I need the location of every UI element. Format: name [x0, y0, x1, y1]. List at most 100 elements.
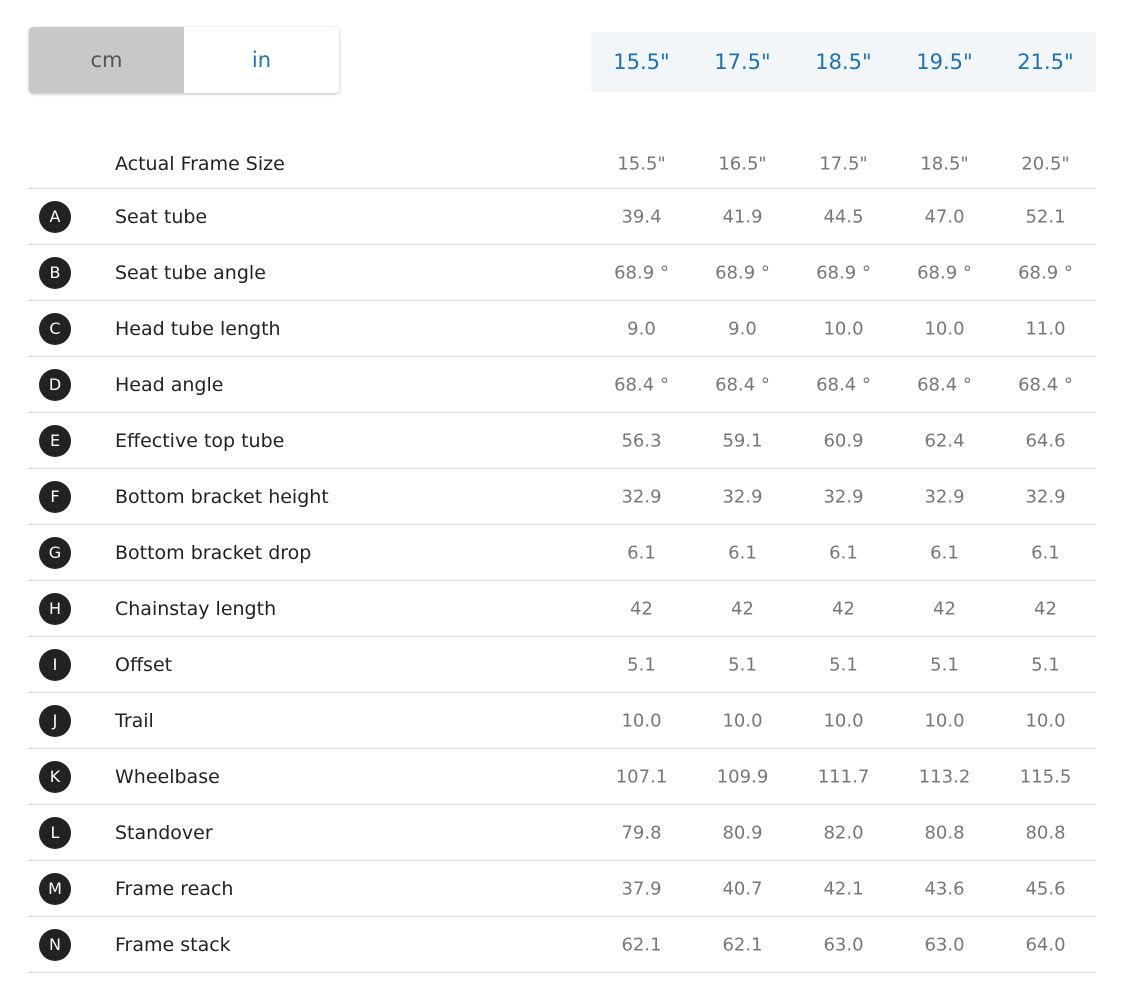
table-row: C Head tube length 9.0 9.0 10.0 10.0 11.0 [29, 301, 1096, 357]
geometry-table: Actual Frame Size 15.5" 16.5" 17.5" 18.5… [29, 140, 1096, 973]
value-cell: 10.0 [924, 710, 965, 731]
row-label: Effective top tube [115, 429, 285, 452]
table-row: L Standover 79.8 80.9 82.0 80.8 80.8 [29, 805, 1096, 861]
unit-in-button[interactable]: in [184, 27, 339, 93]
value-cell: 42 [933, 598, 956, 619]
table-row: M Frame reach 37.9 40.7 42.1 43.6 45.6 [29, 861, 1096, 917]
value-cell: 32.9 [1025, 486, 1066, 507]
value-cell: 10.0 [722, 710, 763, 731]
table-row: J Trail 10.0 10.0 10.0 10.0 10.0 [29, 693, 1096, 749]
table-row: N Frame stack 62.1 62.1 63.0 63.0 64.0 [29, 917, 1096, 973]
row-label: Standover [115, 821, 213, 844]
value-cell: 42 [832, 598, 855, 619]
value-cell: 32.9 [722, 486, 763, 507]
row-label: Chainstay length [115, 597, 277, 620]
value-cell: 9.0 [728, 318, 757, 339]
letter-badge: I [39, 648, 71, 681]
value-cell: 82.0 [823, 822, 864, 843]
size-tab[interactable]: 17.5" [692, 32, 793, 92]
value-cell: 32.9 [621, 486, 662, 507]
frame-size-cell: 17.5" [819, 153, 868, 175]
value-cell: 39.4 [621, 206, 662, 227]
value-cell: 68.9 ° [715, 262, 770, 283]
row-label: Offset [115, 653, 173, 676]
value-cell: 109.9 [716, 766, 769, 787]
value-cell: 59.1 [722, 430, 763, 451]
value-cell: 80.8 [924, 822, 965, 843]
size-tab[interactable]: 15.5" [591, 32, 692, 92]
letter-badge: A [39, 200, 71, 233]
value-cell: 80.8 [1025, 822, 1066, 843]
row-label: Bottom bracket height [115, 485, 329, 508]
value-cell: 64.6 [1025, 430, 1066, 451]
size-tab[interactable]: 19.5" [894, 32, 995, 92]
value-cell: 68.4 ° [917, 374, 972, 395]
value-cell: 41.9 [722, 206, 763, 227]
value-cell: 79.8 [621, 822, 662, 843]
value-cell: 11.0 [1025, 318, 1066, 339]
value-cell: 43.6 [924, 878, 965, 899]
value-cell: 68.4 ° [1018, 374, 1073, 395]
letter-badge: E [39, 424, 71, 457]
size-tab[interactable]: 21.5" [995, 32, 1096, 92]
actual-frame-size-row: Actual Frame Size 15.5" 16.5" 17.5" 18.5… [29, 140, 1096, 189]
letter-badge: L [39, 816, 71, 849]
letter-badge: H [39, 592, 71, 625]
size-selector-header: 15.5" 17.5" 18.5" 19.5" 21.5" [591, 32, 1096, 92]
value-cell: 5.1 [1031, 654, 1060, 675]
frame-size-cell: 15.5" [617, 153, 666, 175]
value-cell: 10.0 [823, 318, 864, 339]
row-label: Bottom bracket drop [115, 541, 312, 564]
value-cell: 32.9 [924, 486, 965, 507]
letter-badge: G [39, 536, 71, 569]
value-cell: 32.9 [823, 486, 864, 507]
value-cell: 62.4 [924, 430, 965, 451]
value-cell: 63.0 [823, 934, 864, 955]
size-tab[interactable]: 18.5" [793, 32, 894, 92]
value-cell: 44.5 [823, 206, 864, 227]
value-cell: 6.1 [627, 542, 656, 563]
row-label: Frame reach [115, 877, 234, 900]
value-cell: 62.1 [722, 934, 763, 955]
letter-badge: F [39, 480, 71, 513]
table-row: H Chainstay length 42 42 42 42 42 [29, 581, 1096, 637]
value-cell: 68.9 ° [1018, 262, 1073, 283]
table-row: D Head angle 68.4 ° 68.4 ° 68.4 ° 68.4 ° 68.4 … [29, 357, 1096, 413]
value-cell: 5.1 [627, 654, 656, 675]
letter-badge: C [39, 312, 71, 345]
value-cell: 68.9 ° [917, 262, 972, 283]
value-cell: 40.7 [722, 878, 763, 899]
value-cell: 68.4 ° [816, 374, 871, 395]
value-cell: 68.9 ° [816, 262, 871, 283]
letter-badge: D [39, 368, 71, 401]
value-cell: 80.9 [722, 822, 763, 843]
value-cell: 52.1 [1025, 206, 1066, 227]
value-cell: 107.1 [615, 766, 668, 787]
value-cell: 115.5 [1019, 766, 1072, 787]
letter-badge: B [39, 256, 71, 289]
table-row: I Offset 5.1 5.1 5.1 5.1 5.1 [29, 637, 1096, 693]
letter-badge: J [39, 704, 71, 737]
unit-cm-button[interactable]: cm [29, 27, 184, 93]
table-row: E Effective top tube 56.3 59.1 60.9 62.4 64.6 [29, 413, 1096, 469]
row-label: Trail [115, 709, 154, 732]
value-cell: 5.1 [728, 654, 757, 675]
table-row: F Bottom bracket height 32.9 32.9 32.9 32.9 32… [29, 469, 1096, 525]
value-cell: 42 [630, 598, 653, 619]
value-cell: 68.4 ° [715, 374, 770, 395]
value-cell: 5.1 [829, 654, 858, 675]
frame-size-cell: 20.5" [1021, 153, 1070, 175]
value-cell: 10.0 [924, 318, 965, 339]
table-row: B Seat tube angle 68.9 ° 68.9 ° 68.9 ° 68.9 °… [29, 245, 1096, 301]
value-cell: 6.1 [728, 542, 757, 563]
row-label: Actual Frame Size [115, 153, 285, 175]
value-cell: 10.0 [823, 710, 864, 731]
value-cell: 6.1 [930, 542, 959, 563]
row-label: Frame stack [115, 933, 231, 956]
value-cell: 111.7 [817, 766, 870, 787]
frame-size-cell: 16.5" [718, 153, 767, 175]
value-cell: 5.1 [930, 654, 959, 675]
value-cell: 68.9 ° [614, 262, 669, 283]
frame-size-cell: 18.5" [920, 153, 969, 175]
value-cell: 6.1 [829, 542, 858, 563]
